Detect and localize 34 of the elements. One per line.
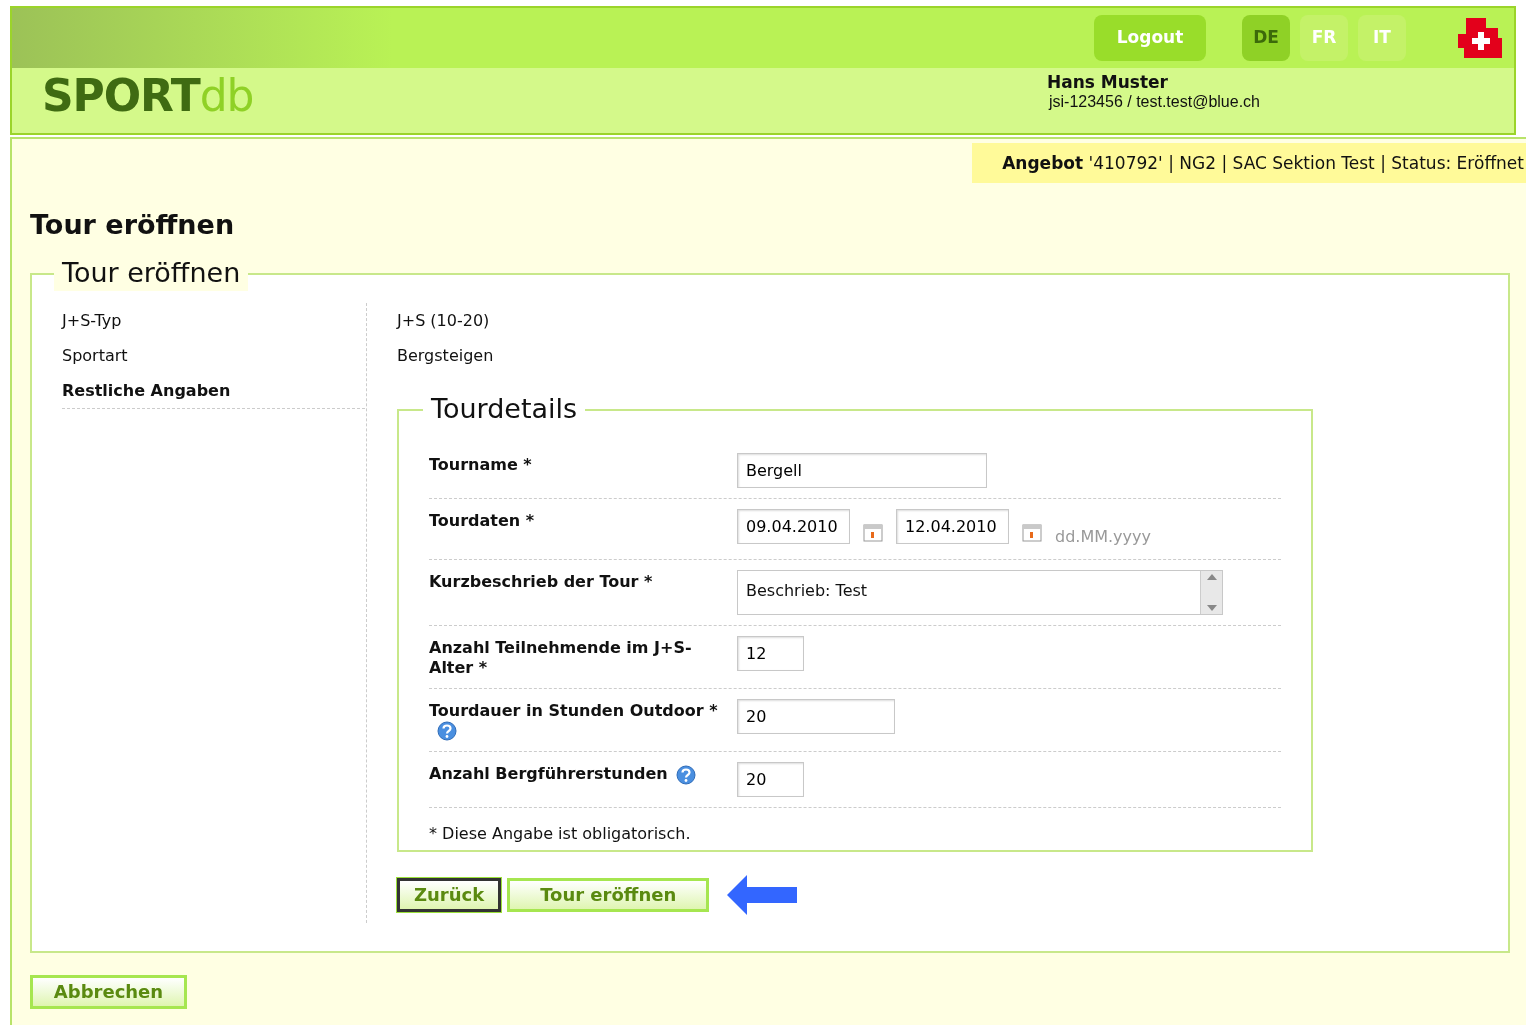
text-field[interactable]: 20 — [737, 698, 895, 734]
help-icon[interactable] — [437, 721, 457, 742]
date-field[interactable]: 12.04.2010 — [896, 508, 1009, 544]
scroll-up-icon[interactable] — [1205, 572, 1218, 581]
scrollbar[interactable] — [1200, 570, 1222, 614]
step-label: J+S-Typ — [62, 309, 123, 332]
step-value: Bergsteigen — [397, 344, 495, 367]
cancel-button[interactable]: Abbrechen — [30, 974, 187, 1009]
text-field[interactable]: 12 — [737, 635, 804, 671]
submit-button[interactable]: Tour eröffnen — [507, 877, 710, 912]
user-name: Hans Muster — [1046, 72, 1169, 92]
field-label: Tourdauer in Stunden Outdoor * — [429, 700, 718, 720]
back-button[interactable]: Zurück — [397, 877, 502, 912]
field-label: Anzahl Bergführerstunden — [429, 764, 668, 784]
help-icon[interactable] — [675, 765, 696, 785]
field-label: Tourdaten * — [429, 510, 535, 530]
text-field[interactable]: Bergell — [737, 452, 987, 488]
field-label: Anzahl Teilnehmende im J+S-Alter * — [429, 637, 692, 677]
page-title: Tour eröffnen — [30, 208, 236, 242]
scroll-down-icon[interactable] — [1205, 603, 1218, 612]
required-note: * Diese Angabe ist obligatorisch. — [429, 823, 692, 846]
date-format-hint: dd.MM.yyyy — [1055, 525, 1151, 548]
step-value: J+S (10-20) — [397, 309, 491, 332]
arrow-left-icon — [727, 873, 800, 916]
user-info: jsi-123456 / test.test@blue.ch — [1048, 92, 1260, 112]
logo: SPORTdb — [42, 74, 254, 118]
step-label: Sportart — [62, 344, 129, 367]
field-label: Kurzbeschrieb der Tour * — [429, 571, 653, 591]
status-bar: Angebot '410792' | NG2 | SAC Sektion Test | Status: Eröffnet — [972, 143, 1526, 183]
step-label: Restliche Angaben — [62, 379, 232, 402]
text-field[interactable]: 20 — [737, 762, 804, 798]
description-field[interactable]: Beschrieb: Test — [737, 569, 1223, 615]
date-field[interactable]: 09.04.2010 — [737, 508, 850, 544]
field-label: Tourname * — [429, 454, 532, 474]
